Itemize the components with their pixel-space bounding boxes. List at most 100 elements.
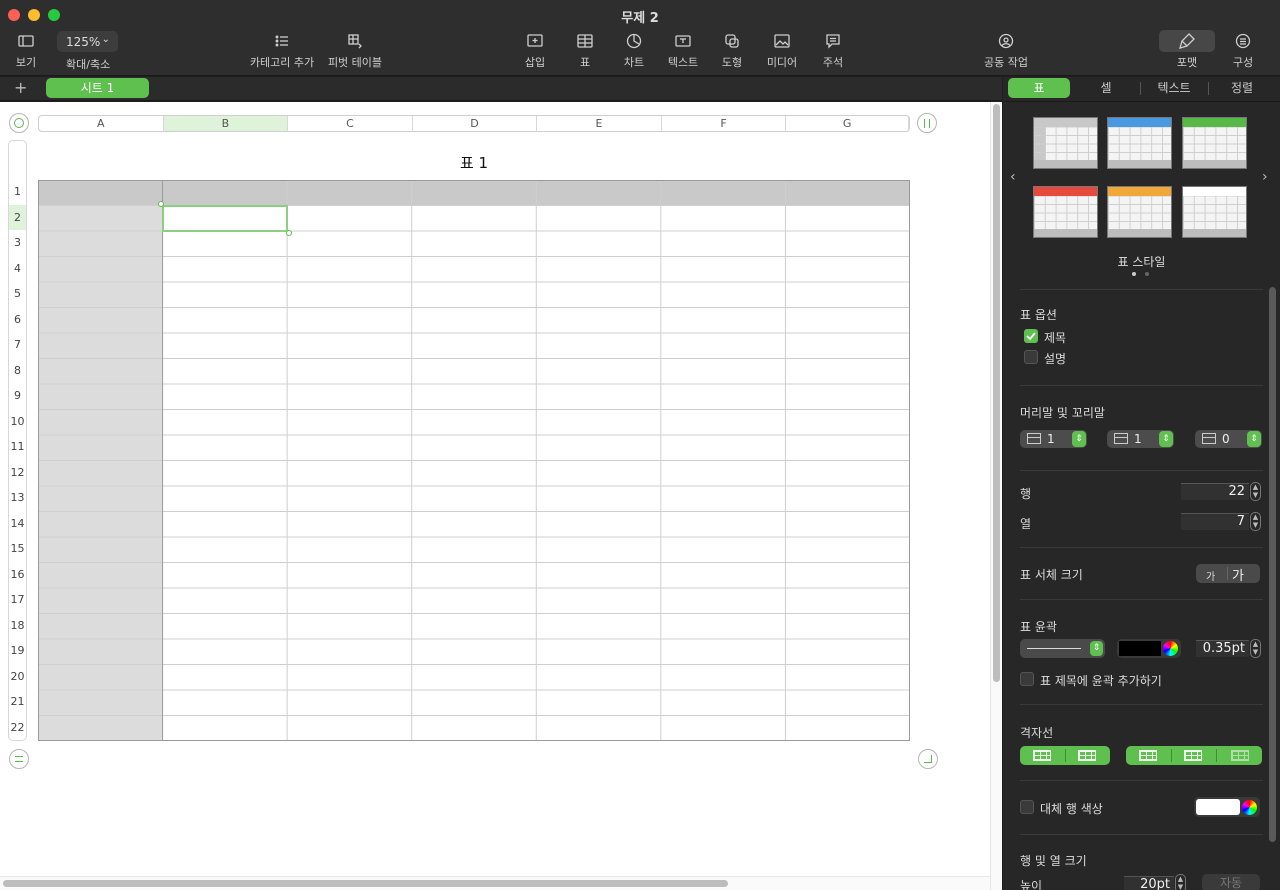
panel-scroll-thumb[interactable] [1269,287,1276,842]
color-wheel-icon[interactable] [1242,800,1257,815]
columns-field[interactable]: 7 [1181,513,1249,530]
page-dot-active[interactable] [1132,272,1136,276]
stepper-arrows-icon[interactable]: ⇕ [1159,431,1173,447]
column-header-bar[interactable]: ABCDEFG [38,115,910,132]
vertical-gridlines-icon[interactable] [1078,750,1096,761]
column-header-b[interactable]: B [163,116,289,131]
decrease-font-size-button[interactable]: 가 [1206,568,1215,583]
stepper-arrows-icon[interactable]: ⇕ [1072,431,1086,447]
column-header-c[interactable]: C [288,116,413,131]
stepper-arrows-icon[interactable]: ⇕ [1247,431,1261,447]
auto-height-button[interactable]: 자동 [1202,874,1260,890]
columns-stepper[interactable]: ▲ ▼ [1250,512,1261,531]
add-row-handle[interactable] [9,749,29,769]
table-style-5[interactable] [1107,186,1172,238]
line-style-select[interactable]: ⇕ [1020,639,1105,658]
selection-handle-top-left[interactable] [158,201,164,207]
table-style-4[interactable] [1033,186,1098,238]
page-dot[interactable] [1145,272,1149,276]
column-header-g[interactable]: G [786,116,909,131]
row-header-16[interactable]: 16 [9,562,26,587]
alternating-row-color-checkbox[interactable] [1020,800,1034,814]
header-row-gridlines-icon[interactable] [1139,750,1157,761]
row-header-2[interactable]: 2 [9,204,26,230]
table-grid[interactable] [38,180,910,741]
table-style-3[interactable] [1182,117,1247,169]
row-header-9[interactable]: 9 [9,383,26,408]
vertical-scrollbar[interactable] [990,102,1002,890]
row-header-21[interactable]: 21 [9,689,26,714]
horizontal-scroll-thumb[interactable] [3,880,728,887]
collaborate-button[interactable]: 공동 작업 [974,30,1038,70]
row-header-5[interactable]: 5 [9,281,26,306]
tab-arrange[interactable]: 정렬 [1209,78,1275,98]
height-field[interactable]: 20pt [1124,876,1174,890]
add-column-handle[interactable] [917,113,937,133]
increase-font-size-button[interactable]: 가 [1232,565,1244,584]
column-header-d[interactable]: D [413,116,538,131]
row-header-10[interactable]: 10 [9,409,26,434]
tab-table[interactable]: 표 [1008,78,1070,98]
header-rows-stepper[interactable]: 1 ⇕ [1020,430,1087,448]
close-window-button[interactable] [8,9,20,21]
column-header-a[interactable]: A [39,116,164,131]
pivot-table-button[interactable]: 피벗 테이블 [323,30,387,70]
row-header-19[interactable]: 19 [9,638,26,663]
selection-handle-bottom-right[interactable] [286,230,292,236]
tab-cell[interactable]: 셀 [1073,78,1139,98]
outline-title-checkbox[interactable] [1020,672,1034,686]
row-header-12[interactable]: 12 [9,460,26,485]
row-header-1[interactable]: 1 [9,179,26,204]
minimize-window-button[interactable] [28,9,40,21]
footer-rows-stepper[interactable]: 0 ⇕ [1195,430,1262,448]
height-stepper[interactable]: ▲ ▼ [1175,874,1186,890]
header-columns-stepper[interactable]: 1 ⇕ [1107,430,1174,448]
rows-stepper[interactable]: ▲ ▼ [1250,482,1261,501]
outline-width-field[interactable]: 0.35pt [1196,640,1249,657]
caption-checkbox[interactable] [1024,350,1038,364]
sheet-tab-1[interactable]: 시트 1 [46,78,149,98]
add-sheet-button[interactable]: + [14,78,27,97]
tab-text[interactable]: 텍스트 [1141,78,1207,98]
outline-color-well[interactable] [1117,639,1181,658]
zoom-window-button[interactable] [48,9,60,21]
format-button[interactable]: 포맷 [1155,30,1219,70]
column-header-f[interactable]: F [662,116,787,131]
alt-row-color-well[interactable] [1194,797,1260,817]
row-header-22[interactable]: 22 [9,715,26,740]
row-header-18[interactable]: 18 [9,613,26,638]
comment-button[interactable]: 주석 [801,30,865,70]
footer-gridlines-icon[interactable] [1231,750,1249,761]
row-header-3[interactable]: 3 [9,230,26,255]
table-style-6[interactable] [1182,186,1247,238]
rows-field[interactable]: 22 [1181,483,1249,500]
outline-width-stepper[interactable]: ▲ ▼ [1250,639,1261,658]
resize-table-handle[interactable] [918,749,938,769]
horizontal-gridlines-icon[interactable] [1033,750,1051,761]
row-header-20[interactable]: 20 [9,664,26,689]
row-header-13[interactable]: 13 [9,485,26,510]
title-checkbox[interactable] [1024,329,1038,343]
row-header-14[interactable]: 14 [9,511,26,536]
view-button[interactable]: 보기 [0,30,58,70]
table-style-1[interactable] [1033,117,1098,169]
row-header-11[interactable]: 11 [9,434,26,459]
row-header-15[interactable]: 15 [9,536,26,561]
selected-cell[interactable] [162,205,288,232]
organize-button[interactable]: 구성 [1211,30,1275,70]
row-header-17[interactable]: 17 [9,587,26,612]
row-header-6[interactable]: 6 [9,307,26,332]
add-category-button[interactable]: 카테고리 추가 [250,30,314,70]
horizontal-scrollbar[interactable] [0,876,990,890]
color-wheel-icon[interactable] [1163,641,1178,656]
row-header-7[interactable]: 7 [9,332,26,357]
chevron-left-icon[interactable]: ‹ [1010,169,1016,185]
table-title[interactable]: 표 1 [38,152,910,173]
table-style-2[interactable] [1107,117,1172,169]
row-header-bar[interactable]: 1 2 3 4 5 6 7 8 9 10 11 12 13 14 15 16 17 18 19 20 21 22 [8,140,27,741]
vertical-scroll-thumb[interactable] [993,104,1000,682]
chevron-right-icon[interactable]: › [1262,169,1268,185]
zoom-select[interactable]: 125% ⌄ [57,31,118,52]
row-header-8[interactable]: 8 [9,358,26,383]
row-header-4[interactable]: 4 [9,256,26,281]
